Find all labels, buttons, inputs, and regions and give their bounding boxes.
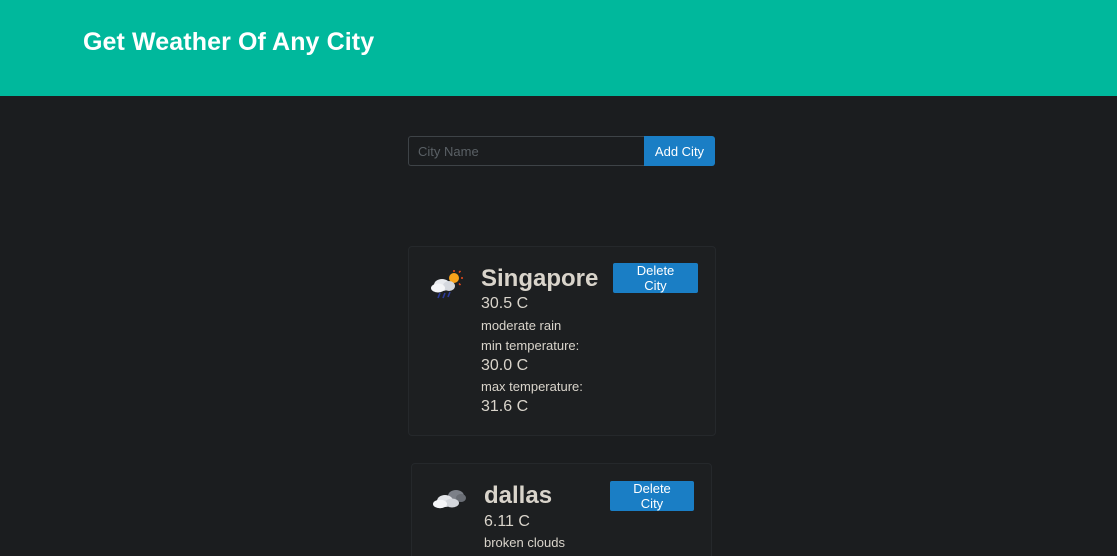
add-city-form: Add City [408, 136, 715, 166]
city-card: Singapore 30.5 C moderate rain min tempe… [408, 246, 716, 436]
current-temperature: 6.11 C [484, 513, 530, 530]
weather-description: broken clouds [484, 535, 565, 550]
min-temperature-value: 30.0 C [481, 357, 529, 374]
city-name: Singapore [481, 265, 599, 292]
add-city-button[interactable]: Add City [644, 136, 715, 166]
city-name-input[interactable] [408, 136, 644, 166]
min-temperature-label: min temperature: [481, 338, 580, 353]
max-temperature-value: 31.6 C [481, 398, 529, 415]
weather-description: moderate rain [481, 318, 562, 333]
delete-city-button[interactable]: Delete City [610, 481, 694, 511]
broken-clouds-icon [432, 488, 468, 515]
page-title: Get Weather Of Any City [83, 28, 375, 56]
delete-city-button[interactable]: Delete City [613, 263, 698, 293]
city-card: dallas 6.11 C broken clouds Delete City [411, 463, 712, 556]
cloud-sun-rain-icon [430, 269, 464, 304]
current-temperature: 30.5 C [481, 295, 529, 312]
hero-header: Get Weather Of Any City [0, 0, 1117, 96]
max-temperature-label: max temperature: [481, 379, 583, 394]
city-name: dallas [484, 482, 553, 509]
